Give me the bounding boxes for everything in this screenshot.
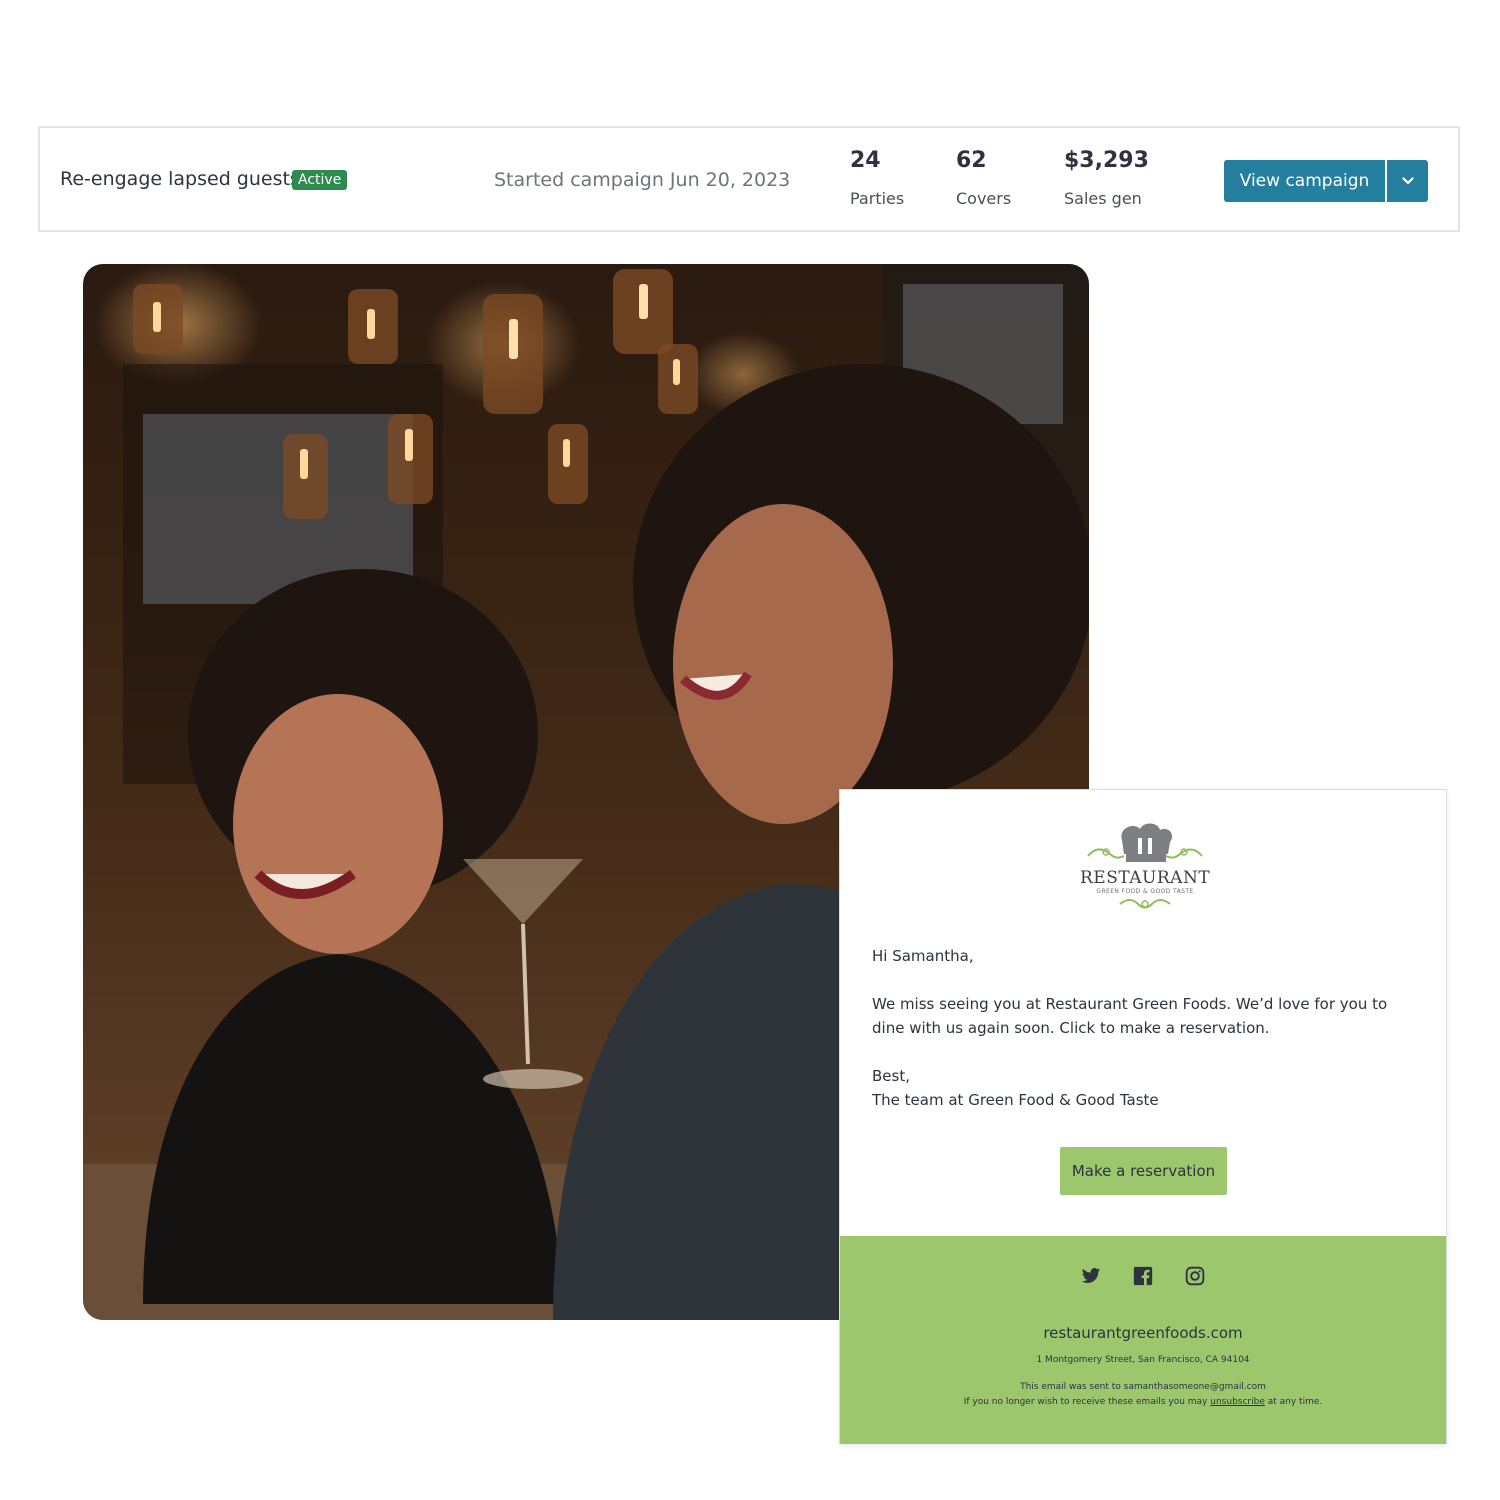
- stat-sales-value: $3,293: [1064, 148, 1149, 173]
- stat-covers-label: Covers: [956, 189, 1012, 208]
- campaign-summary-bar: Re-engage lapsed guests Active Started c…: [38, 126, 1460, 232]
- campaign-options-dropdown-button[interactable]: [1387, 160, 1428, 202]
- email-signoff: Best,: [872, 1067, 910, 1085]
- footer-sent-to: This email was sent to samanthasomeone@g…: [1020, 1382, 1266, 1392]
- stat-parties-value: 24: [850, 148, 881, 173]
- unsubscribe-suffix: at any time.: [1267, 1397, 1323, 1407]
- email-footer: restaurantgreenfoods.com 1 Montgomery St…: [840, 1236, 1446, 1444]
- make-reservation-button[interactable]: Make a reservation: [1060, 1147, 1227, 1195]
- logo-wordmark: RESTAURANT: [1080, 868, 1211, 888]
- social-links: [840, 1266, 1446, 1286]
- unsubscribe-prefix: If you no longer wish to receive these e…: [963, 1397, 1208, 1407]
- logo-flourish-icon: [1119, 899, 1171, 909]
- logo-tagline: GREEN FOOD & GOOD TASTE: [1096, 888, 1194, 895]
- stat-covers: 62 Covers: [956, 148, 1011, 208]
- status-badge: Active: [292, 170, 348, 190]
- chef-hat-icon: [1087, 823, 1203, 862]
- view-campaign-button[interactable]: View campaign: [1224, 160, 1385, 202]
- footer-website-link[interactable]: restaurantgreenfoods.com: [840, 1324, 1446, 1342]
- unsubscribe-link[interactable]: unsubscribe: [1210, 1397, 1265, 1407]
- button-divider: [1385, 160, 1387, 202]
- instagram-icon[interactable]: [1185, 1266, 1205, 1286]
- campaign-name[interactable]: Re-engage lapsed guests: [60, 168, 300, 190]
- stat-sales-label: Sales gen: [1064, 189, 1142, 208]
- email-greeting: Hi Samantha,: [872, 947, 974, 965]
- email-preview: RESTAURANT GREEN FOOD & GOOD TASTE Hi Sa…: [839, 789, 1447, 1444]
- left-person: [143, 569, 563, 1304]
- stat-sales: $3,293 Sales gen: [1064, 148, 1149, 208]
- view-campaign-button-group: View campaign: [1224, 160, 1428, 202]
- email-signature: The team at Green Food & Good Taste: [872, 1091, 1159, 1109]
- email-body: Hi Samantha, We miss seeing you at Resta…: [872, 944, 1420, 1112]
- restaurant-logo: RESTAURANT GREEN FOOD & GOOD TASTE: [1080, 820, 1210, 912]
- email-message: We miss seeing you at Restaurant Green F…: [872, 995, 1388, 1037]
- stat-parties-label: Parties: [850, 189, 905, 208]
- campaign-start-date: Started campaign Jun 20, 2023: [494, 169, 791, 191]
- twitter-icon[interactable]: [1081, 1266, 1101, 1286]
- footer-address: 1 Montgomery Street, San Francisco, CA 9…: [1036, 1355, 1250, 1365]
- stat-parties: 24 Parties: [850, 148, 904, 208]
- chevron-down-icon: [1401, 177, 1414, 185]
- facebook-icon[interactable]: [1133, 1266, 1153, 1286]
- footer-unsubscribe-line: If you no longer wish to receive these e…: [840, 1397, 1446, 1407]
- stat-covers-value: 62: [956, 148, 987, 173]
